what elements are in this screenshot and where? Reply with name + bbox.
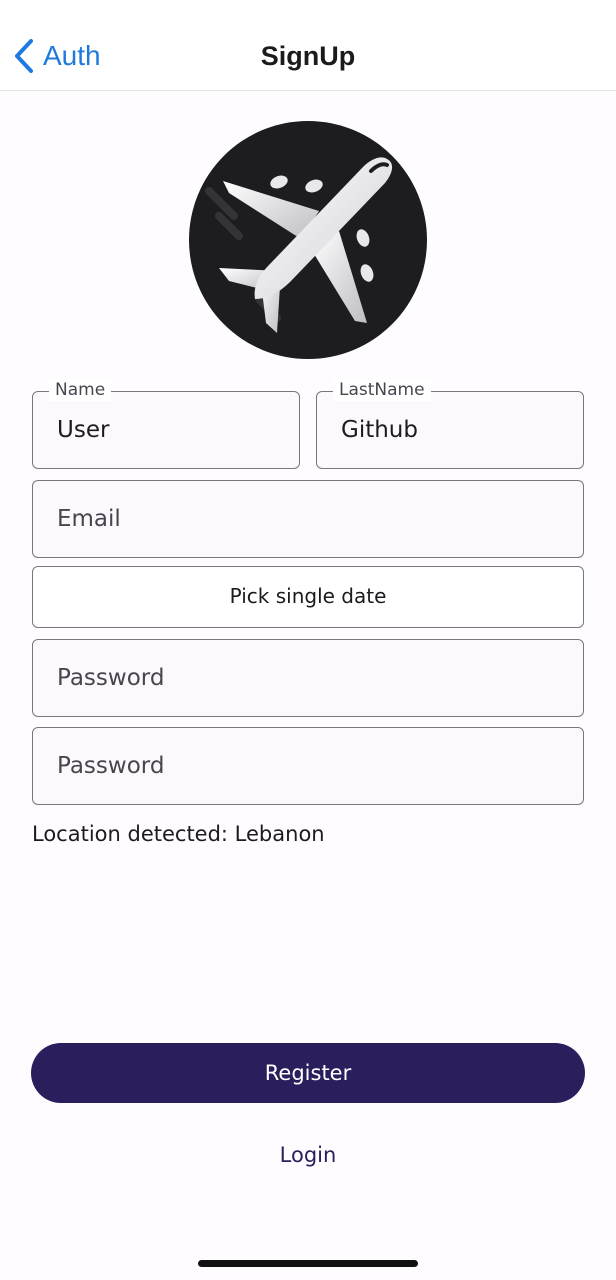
email-field xyxy=(32,480,584,558)
login-row: Login xyxy=(0,1140,616,1170)
navigation-bar: Auth SignUp xyxy=(0,0,616,91)
last-name-field: LastName xyxy=(316,379,584,469)
location-status: Location detected: Lebanon xyxy=(32,822,325,846)
register-button[interactable]: Register xyxy=(31,1043,585,1103)
login-button[interactable]: Login xyxy=(280,1143,337,1167)
last-name-input[interactable] xyxy=(317,392,583,468)
password-field xyxy=(32,639,584,717)
password-input[interactable] xyxy=(33,640,583,716)
confirm-password-input[interactable] xyxy=(33,728,583,804)
airplane-icon xyxy=(205,157,393,333)
confirm-password-field xyxy=(32,727,584,805)
name-label: Name xyxy=(49,379,112,401)
last-name-label: LastName xyxy=(333,379,431,401)
app-logo xyxy=(189,121,427,359)
email-input[interactable] xyxy=(33,481,583,557)
name-input[interactable] xyxy=(33,392,299,468)
home-indicator xyxy=(198,1260,418,1267)
name-field: Name xyxy=(32,379,300,469)
pick-date-button[interactable]: Pick single date xyxy=(32,566,584,628)
page-title: SignUp xyxy=(260,41,356,71)
